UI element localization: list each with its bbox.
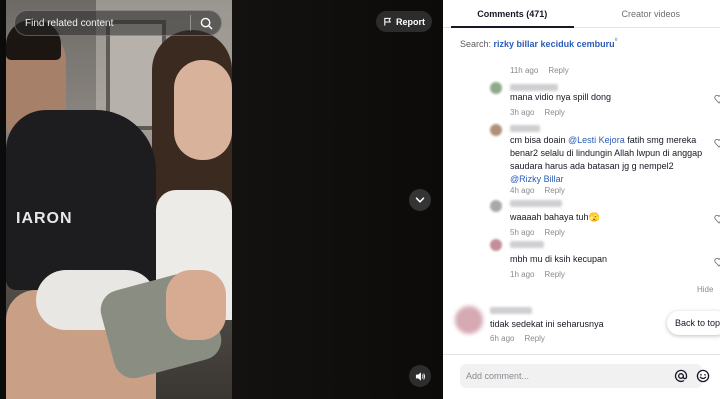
video-frame[interactable]: IARON [6,0,232,399]
comment-meta: 6h ago Reply [490,334,545,343]
video-person2-shirt [6,110,156,290]
comment-text-part: cm bisa doain [510,135,569,145]
mention-link[interactable]: @Rizky Billar [510,174,564,184]
comments-panel: Comments (471) Creator videos Search: ri… [443,0,720,399]
comment-text: mana vidio nya spill dong [510,92,612,102]
back-to-top-button[interactable]: Back to top [667,311,720,335]
volume-button[interactable] [409,365,431,387]
comment-username-blurred[interactable] [510,241,544,248]
mention-link[interactable]: @Lesti Kejora [568,135,625,145]
video-shirt-print: IARON [16,210,73,227]
search-prefix: Search: [460,39,494,49]
comment-text: cm bisa doain @Lesti Kejora fatih smg me… [510,134,705,186]
comment-text: mbh mu di ksih kecupan [510,254,608,264]
next-video-button[interactable] [409,189,431,211]
volume-icon [415,371,425,381]
flag-icon [384,17,392,26]
add-comment-bar: Add comment... [443,354,720,399]
comment-time: 11h ago [510,66,539,75]
heart-icon[interactable] [714,94,720,104]
comment-time: 6h ago [490,334,515,343]
heart-icon[interactable] [714,138,720,148]
heart-icon[interactable] [714,214,720,224]
search-icon [200,17,212,29]
app-root: IARON Find related content Report Commen… [0,0,720,399]
comment-meta: 5h ago Reply [510,228,565,237]
reply-button[interactable]: Reply [544,186,564,195]
panel-tabs: Comments (471) Creator videos [443,0,720,28]
video-pane[interactable]: IARON Find related content Report [0,0,443,399]
reply-button[interactable]: Reply [544,228,564,237]
video-hands [166,270,226,340]
comment-username-blurred[interactable] [510,200,562,207]
avatar[interactable] [490,200,502,212]
heart-icon[interactable] [714,257,720,267]
add-comment-input[interactable]: Add comment... [460,364,710,388]
tab-creator-videos[interactable]: Creator videos [582,0,720,27]
reply-button[interactable]: Reply [548,66,568,75]
related-content-search-placeholder[interactable]: Find related content [25,18,190,29]
comment-meta: 1h ago Reply [510,270,565,279]
comment-username-blurred[interactable] [510,84,558,91]
tab-comments[interactable]: Comments (471) [443,0,582,28]
reply-button[interactable]: Reply [524,334,544,343]
report-label: Report [396,16,425,27]
comment-time: 3h ago [510,108,535,117]
chevron-down-icon [415,197,425,203]
comment-text: waaaah bahaya tuh🫣 [510,212,600,222]
video-person-face [174,60,232,160]
comment-time: 4h ago [510,186,535,195]
avatar[interactable] [490,239,502,251]
comment-meta: 11h ago Reply [510,66,569,75]
comment-time: 5h ago [510,228,535,237]
avatar[interactable] [490,82,502,94]
comment-time: 1h ago [510,270,535,279]
comment-username-blurred[interactable] [510,125,540,132]
at-icon[interactable] [674,369,688,383]
reply-button[interactable]: Reply [544,270,564,279]
comment-meta: 4h ago Reply [510,186,565,195]
emoji-icon[interactable] [696,369,710,383]
comment-meta: 3h ago Reply [510,108,565,117]
add-comment-placeholder[interactable]: Add comment... [466,371,529,381]
avatar[interactable] [490,124,502,136]
report-button[interactable]: Report [376,11,432,32]
related-search-suggestion[interactable]: Search: rizky billar keciduk cemburu⁰ [460,37,617,49]
reply-button[interactable]: Reply [544,108,564,117]
hide-replies-button[interactable]: Hide [697,285,713,294]
comment-username-blurred[interactable] [490,307,532,314]
comment-text: tidak sedekat ini seharusnya [490,319,604,329]
search-query-mark: ⁰ [614,38,618,45]
search-query-link[interactable]: rizky billar keciduk cemburu [494,39,615,49]
search-button[interactable] [191,11,221,35]
related-content-search[interactable]: Find related content [14,10,222,36]
avatar[interactable] [455,306,483,334]
